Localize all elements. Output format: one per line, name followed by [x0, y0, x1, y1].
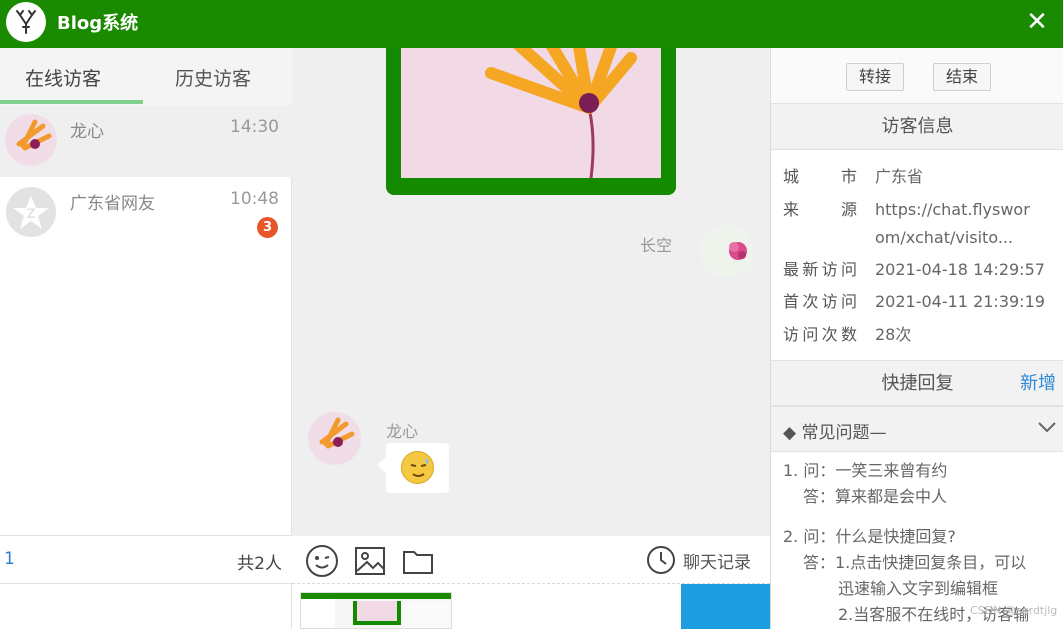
- faq-question-1[interactable]: 1. 问：一笑三来曾有约: [783, 459, 947, 483]
- image-icon[interactable]: [353, 544, 387, 578]
- info-label: 首次访问: [783, 292, 857, 311]
- faq-question-2[interactable]: 2. 问：什么是快捷回复?: [783, 525, 956, 549]
- info-row-first-visit: 首次访问 2021-04-11 21:39:19: [783, 289, 1045, 315]
- visitor-tabs: 在线访客 历史访客: [0, 48, 292, 105]
- agent-name: 长空: [640, 236, 673, 255]
- deer-logo-icon: [6, 2, 46, 42]
- session-actions: 转接 结束: [771, 48, 1063, 104]
- flower-image: [401, 48, 661, 178]
- emoji-message-bubble: [377, 443, 449, 493]
- info-label: 访问次数: [783, 325, 857, 344]
- active-tab-indicator: [0, 100, 143, 104]
- close-button[interactable]: ✕: [1021, 6, 1053, 38]
- faq-group-header[interactable]: ◆ 常见问题—: [771, 406, 1063, 452]
- info-value: 广东省: [875, 167, 924, 186]
- info-label: 城市: [783, 167, 857, 186]
- faq-answer-1[interactable]: 答：算来都是会中人: [803, 485, 947, 509]
- title-bar: Blog系统 ✕: [0, 0, 1063, 48]
- visitor-item-guangdong[interactable]: Z 广东省网友 10:48 3: [0, 177, 292, 249]
- visitor-info-header: 访客信息: [771, 104, 1063, 150]
- add-quick-reply-link[interactable]: 新增: [1020, 361, 1056, 407]
- info-label: 最新访问: [783, 260, 857, 279]
- transfer-button[interactable]: 转接: [846, 63, 905, 91]
- visitor-time: 10:48: [230, 189, 279, 209]
- sweat-smile-emoji-icon: [401, 451, 434, 484]
- chat-history-button[interactable]: 聊天记录: [683, 548, 751, 573]
- flower-avatar: [5, 114, 57, 166]
- quick-reply-title: 快捷回复: [881, 373, 954, 394]
- info-row-source: 来源 https://chat.flyswor: [783, 197, 1030, 223]
- source-link-continued[interactable]: om/xchat/visito...: [875, 225, 1013, 251]
- visitor-name: 龙心: [70, 122, 104, 142]
- info-row-city: 城市 广东省: [783, 164, 923, 190]
- faq-answer-2[interactable]: 答：1.点击快捷回复条目，可以: [803, 551, 1026, 575]
- faq-group-title: ◆ 常见问题—: [783, 423, 887, 443]
- clock-icon[interactable]: [646, 545, 676, 575]
- source-link[interactable]: https://chat.flyswor: [875, 197, 1030, 223]
- quick-reply-header: 快捷回复 新增: [771, 360, 1063, 406]
- info-row-visit-count: 访问次数 28次: [783, 322, 911, 348]
- info-row-latest-visit: 最新访问 2021-04-18 14:29:57: [783, 257, 1045, 283]
- unread-badge: 3: [257, 217, 278, 238]
- visitor-detail-panel: 转接 结束 访客信息 城市 广东省 来源 https://chat.flyswor …: [770, 48, 1063, 629]
- total-count: 共2人: [237, 554, 282, 574]
- visitor-footer: 1 共2人: [0, 535, 292, 584]
- info-value: 2021-04-18 14:29:57: [875, 260, 1045, 279]
- pasted-screenshot-thumbnail[interactable]: [300, 592, 452, 629]
- agent-avatar: [700, 225, 753, 278]
- visitor-chat-name: 龙心: [386, 422, 419, 441]
- chat-messages: 长空 龙心: [292, 48, 770, 536]
- image-message[interactable]: [386, 48, 676, 195]
- visitor-name: 广东省网友: [70, 194, 155, 214]
- app-title: Blog系统: [57, 13, 139, 34]
- compose-area[interactable]: [292, 584, 770, 629]
- faq-answer-2-cont[interactable]: 迅速输入文字到编辑框: [838, 577, 998, 601]
- visitor-list-panel: 在线访客 历史访客 龙心 14:30 Z 广东省网友 10:48 3 1 共2人: [0, 48, 292, 629]
- emoji-icon[interactable]: [305, 544, 339, 578]
- online-count: 1: [4, 549, 15, 569]
- info-value: 28次: [875, 325, 912, 344]
- end-session-button[interactable]: 结束: [933, 63, 992, 91]
- tab-online-visitors[interactable]: 在线访客: [25, 64, 101, 91]
- visitor-time: 14:30: [230, 117, 279, 137]
- visitor-item-longxin[interactable]: 龙心 14:30: [0, 105, 292, 177]
- info-label: 来源: [783, 200, 857, 219]
- folder-icon[interactable]: [401, 544, 435, 578]
- tab-history-visitors[interactable]: 历史访客: [175, 64, 251, 91]
- svg-text:Z: Z: [27, 205, 36, 221]
- default-avatar-icon: Z: [5, 186, 57, 238]
- send-button[interactable]: [681, 584, 770, 629]
- info-row-source-cont: om/xchat/visito...: [783, 225, 1013, 251]
- chevron-down-icon[interactable]: [1038, 421, 1056, 433]
- chat-toolbar: 聊天记录: [292, 536, 770, 584]
- visitor-avatar: [308, 412, 361, 465]
- info-value: 2021-04-11 21:39:19: [875, 292, 1045, 311]
- watermark: CSDN @sgrdtjlg: [970, 604, 1058, 617]
